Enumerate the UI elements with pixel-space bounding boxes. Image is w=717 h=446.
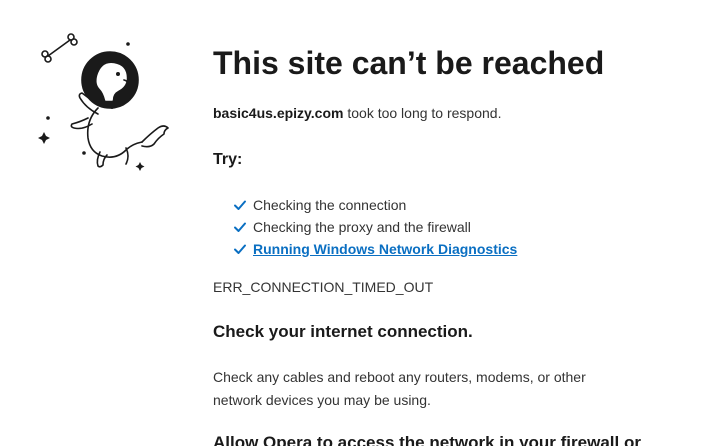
bone-icon bbox=[41, 33, 78, 63]
section-title: Allow Opera to access the network in you… bbox=[213, 433, 641, 446]
suggestion-list: Checking the connection Checking the pro… bbox=[233, 194, 517, 260]
error-code: ERR_CONNECTION_TIMED_OUT bbox=[213, 279, 434, 295]
list-item: Running Windows Network Diagnostics bbox=[233, 238, 517, 260]
suggestion-label: Checking the proxy and the firewall bbox=[253, 219, 471, 235]
error-suffix: took too long to respond. bbox=[343, 105, 502, 121]
page-title: This site can’t be reached bbox=[213, 45, 605, 81]
checkmark-icon bbox=[234, 200, 246, 210]
error-page: This site can’t be reached basic4us.epiz… bbox=[0, 0, 717, 446]
network-diagnostics-link[interactable]: Running Windows Network Diagnostics bbox=[253, 241, 517, 257]
astronaut-dog-icon bbox=[38, 33, 169, 171]
suggestion-label: Checking the connection bbox=[253, 197, 407, 213]
section-title: Check your internet connection. bbox=[213, 322, 473, 341]
list-item: Checking the connection bbox=[233, 194, 517, 216]
error-message: basic4us.epizy.com took too long to resp… bbox=[213, 104, 501, 122]
checkmark-icon bbox=[234, 222, 246, 232]
section-body: Check any cables and reboot any routers,… bbox=[213, 369, 586, 408]
checkmark-icon bbox=[234, 244, 246, 254]
host-name: basic4us.epizy.com bbox=[213, 105, 344, 121]
try-heading: Try: bbox=[213, 151, 243, 168]
list-item: Checking the proxy and the firewall bbox=[233, 216, 517, 238]
